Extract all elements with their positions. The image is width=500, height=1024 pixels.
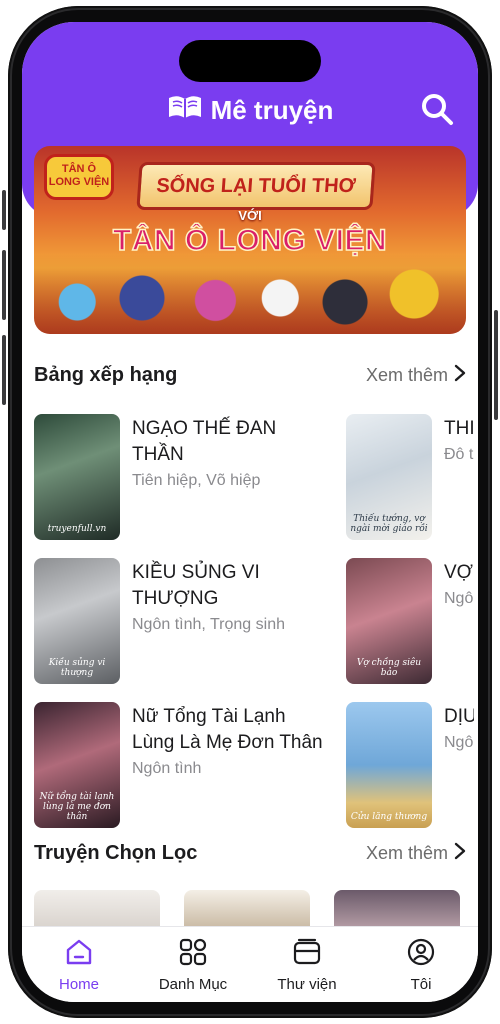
promo-banner[interactable]: TÂN Ô LONG VIỆN SỐNG LẠI TUỔI THƠ VỚI TÂ…: [34, 146, 466, 334]
app-screen: Mê truyện TÂN Ô LONG VIỆN SỐNG LẠI TUỔI …: [22, 22, 478, 1002]
book-info: NGẠO THẾ ĐAN THẦN Tiên hiệp, Võ hiệp: [132, 414, 332, 542]
tab-home[interactable]: Home: [34, 937, 124, 993]
app-header: Mê truyện: [22, 90, 478, 130]
tab-label: Danh Mục: [158, 976, 228, 993]
banner-characters-illustration: [34, 254, 466, 334]
book-genre: Tiên hiệp, Võ hiệp: [132, 472, 261, 489]
chevron-right-icon: [454, 364, 466, 387]
see-more-label: Xem thêm: [365, 842, 448, 863]
book-title: KIỀU SỦNG VI THƯỢNG: [132, 562, 260, 609]
book-info: DỊU XƯƠ Ngô: [444, 702, 474, 830]
picks-book-cover[interactable]: [334, 890, 460, 930]
picks-see-more-link[interactable]: Xem thêm: [366, 842, 466, 865]
book-title: VỢ C HƠI: [444, 562, 474, 583]
ranking-book-item[interactable]: Kiều sủng vi thượng KIỀU SỦNG VI THƯỢNG …: [34, 558, 332, 686]
book-info: THI NGÃ Đô t: [444, 414, 474, 542]
book-genre: Ngôn tình: [132, 760, 202, 777]
book-title: NGẠO THẾ ĐAN THẦN: [132, 418, 277, 465]
app-title: Mê truyện: [210, 94, 334, 125]
dynamic-island: [179, 40, 321, 82]
cover-caption: Cửu lăng thương: [350, 812, 428, 822]
home-icon: [64, 937, 94, 972]
picks-list: [34, 890, 460, 930]
open-book-icon: [167, 94, 203, 127]
bottom-tab-bar: Home Danh Mục Thư viện Tôi: [22, 926, 478, 1002]
book-cover: Thiếu tướng, vợ ngài mời giáo rồi: [346, 414, 432, 540]
ranking-header: Bảng xếp hạng Xem thêm: [34, 360, 466, 390]
cover-caption: truyenfull.vn: [47, 524, 107, 534]
see-more-label: Xem thêm: [365, 364, 448, 385]
game-logo: TÂN Ô LONG VIỆN: [44, 154, 114, 200]
book-genre: Ngô: [444, 590, 474, 607]
volume-button: [2, 190, 6, 230]
tab-danh-muc[interactable]: Danh Mục: [148, 937, 238, 993]
book-cover: Vợ chồng siêu bảo: [346, 558, 432, 684]
volume-button: [2, 335, 6, 405]
ranking-book-item[interactable]: Nữ tổng tài lạnh lùng là mẹ đơn thân Nữ …: [34, 702, 332, 830]
book-genre: Đô t: [444, 446, 474, 463]
picks-book-cover[interactable]: [184, 890, 310, 930]
cover-caption: Vợ chồng siêu bảo: [356, 658, 422, 678]
picks-book-cover[interactable]: [34, 890, 160, 930]
ranking-book-item[interactable]: truyenfull.vn NGẠO THẾ ĐAN THẦN Tiên hiệ…: [34, 414, 332, 542]
book-info: Nữ Tổng Tài Lạnh Lùng Là Mẹ Đơn Thân Ngô…: [132, 702, 332, 830]
banner-with: VỚI: [238, 208, 262, 223]
picks-title: Truyện Chọn Lọc: [34, 841, 198, 864]
book-cover: Kiều sủng vi thượng: [34, 558, 120, 684]
cover-caption: Kiều sủng vi thượng: [48, 658, 106, 678]
book-info: KIỀU SỦNG VI THƯỢNG Ngôn tình, Trọng sin…: [132, 558, 332, 686]
cover-caption: Thiếu tướng, vợ ngài mời giáo rồi: [350, 514, 428, 534]
tab-label: Tôi: [410, 976, 432, 993]
grid-icon: [178, 937, 208, 972]
banner-headline: TÂN Ô LONG VIỆN: [112, 223, 388, 258]
ranking-book-item[interactable]: Vợ chồng siêu bảo VỢ C HƠI Ngô: [346, 558, 474, 686]
book-title: THI NGÃ: [444, 418, 474, 439]
cover-caption: Nữ tổng tài lạnh lùng là mẹ đơn thân: [39, 792, 115, 822]
chevron-right-icon: [454, 842, 466, 865]
ranking-title: Bảng xếp hạng: [34, 363, 178, 386]
banner-ribbon: SỐNG LẠI TUỔI THƠ: [136, 162, 376, 210]
power-button: [494, 310, 498, 420]
book-title: DỊU XƯƠ: [444, 706, 474, 727]
volume-button: [2, 250, 6, 320]
tab-thu-vien[interactable]: Thư viện: [262, 937, 352, 993]
picks-header: Truyện Chọn Lọc Xem thêm: [34, 838, 466, 868]
book-cover: Nữ tổng tài lạnh lùng là mẹ đơn thân: [34, 702, 120, 828]
tab-toi[interactable]: Tôi: [376, 937, 466, 993]
library-icon: [292, 937, 322, 972]
tab-label: Thư viện: [277, 976, 337, 993]
user-icon: [406, 937, 436, 972]
book-genre: Ngô: [444, 734, 474, 751]
book-genre: Ngôn tình, Trọng sinh: [132, 616, 285, 633]
search-icon[interactable]: [420, 92, 454, 126]
ranking-book-item[interactable]: Cửu lăng thương DỊU XƯƠ Ngô: [346, 702, 474, 830]
book-title: Nữ Tổng Tài Lạnh Lùng Là Mẹ Đơn Thân: [132, 706, 323, 753]
book-cover: truyenfull.vn: [34, 414, 120, 540]
ranking-see-more-link[interactable]: Xem thêm: [366, 364, 466, 387]
book-info: VỢ C HƠI Ngô: [444, 558, 474, 686]
ranking-book-item[interactable]: Thiếu tướng, vợ ngài mời giáo rồi THI NG…: [346, 414, 474, 542]
book-cover: Cửu lăng thương: [346, 702, 432, 828]
tab-label: Home: [58, 976, 99, 993]
